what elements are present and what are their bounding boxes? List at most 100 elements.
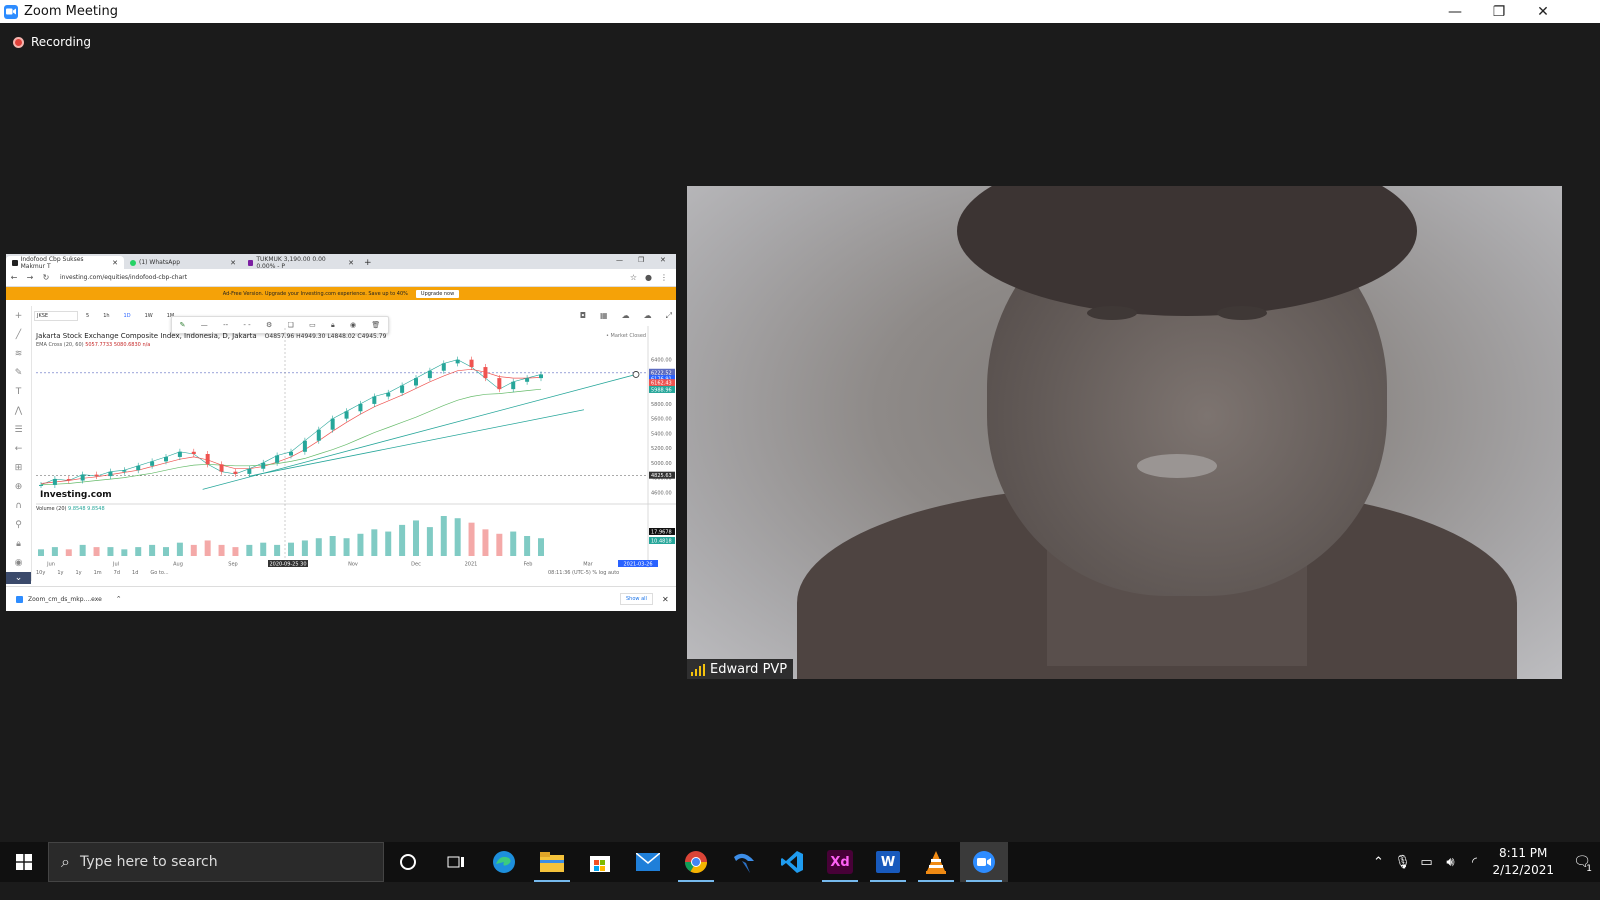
symbol-input[interactable]: JKSE bbox=[34, 311, 78, 321]
browser-tab-tukmuk[interactable]: TUKMUK 3,190.00 0.00 0.00% - P ✕ bbox=[242, 256, 360, 270]
range-7d[interactable]: 7d bbox=[114, 570, 120, 576]
x-tick-label: Dec bbox=[411, 562, 421, 568]
layout-icon[interactable]: ▦ bbox=[600, 311, 608, 321]
timeframe-1h[interactable]: 1h bbox=[97, 313, 115, 319]
cloud-icon[interactable]: ☁ bbox=[622, 311, 630, 321]
lock-drawings-icon[interactable]: ⚲ bbox=[6, 515, 31, 534]
zoom-taskbar-icon[interactable] bbox=[960, 842, 1008, 882]
pencil-icon[interactable]: ✎ bbox=[180, 321, 186, 329]
zoom-icon[interactable]: ⊕ bbox=[6, 477, 31, 496]
tab-close-icon[interactable]: ✕ bbox=[230, 259, 236, 267]
timeframe-1w[interactable]: 1W bbox=[139, 313, 159, 319]
participant-name-tag: Edward PVP bbox=[687, 659, 794, 679]
battery-icon[interactable]: ▭ bbox=[1414, 855, 1438, 870]
wifi-icon[interactable]: ◜ bbox=[1462, 855, 1486, 870]
new-tab-button[interactable]: + bbox=[364, 258, 372, 268]
upgrade-now-button[interactable]: Upgrade now bbox=[415, 289, 460, 298]
line-width-icon[interactable]: -- bbox=[223, 321, 228, 329]
adobe-xd-icon[interactable]: Xd bbox=[816, 842, 864, 882]
microsoft-store-icon[interactable] bbox=[576, 842, 624, 882]
indicator-label: EMA Cross (20, 60) bbox=[36, 342, 84, 348]
volume-bar bbox=[65, 549, 72, 556]
trendline-icon[interactable]: ╱ bbox=[6, 325, 31, 344]
reload-icon[interactable]: ↻ bbox=[38, 273, 54, 282]
taskbar-clock[interactable]: 8:11 PM 2/12/2021 bbox=[1492, 845, 1554, 879]
timeframe-1d[interactable]: 1D bbox=[118, 313, 137, 319]
fib-icon[interactable]: ≋ bbox=[6, 344, 31, 363]
volume-icon[interactable]: 🔊︎ bbox=[1438, 855, 1462, 870]
clone-icon[interactable]: ❏ bbox=[288, 321, 294, 329]
browser-close-icon[interactable]: ✕ bbox=[660, 256, 666, 264]
mail-icon[interactable] bbox=[624, 842, 672, 882]
range-1y-b[interactable]: 1y bbox=[75, 570, 81, 576]
range-10y[interactable]: 10y bbox=[36, 570, 45, 576]
settings-gear-icon[interactable]: ⚙ bbox=[266, 321, 272, 329]
app-arrow-icon[interactable] bbox=[720, 842, 768, 882]
chrome-icon[interactable] bbox=[672, 842, 720, 882]
task-view-icon[interactable] bbox=[432, 842, 480, 882]
start-button[interactable] bbox=[0, 842, 48, 882]
file-explorer-icon[interactable] bbox=[528, 842, 576, 882]
download-filename[interactable]: Zoom_cm_ds_mkp....exe bbox=[28, 596, 102, 603]
edge-browser-icon[interactable] bbox=[480, 842, 528, 882]
pattern-icon[interactable]: ⋀ bbox=[6, 401, 31, 420]
restore-button[interactable]: ❐ bbox=[1476, 0, 1522, 23]
lock-drawing-icon[interactable]: 🔒︎ bbox=[331, 321, 335, 330]
template-icon[interactable]: ▭ bbox=[309, 321, 316, 329]
download-chevron-icon[interactable]: ⌃ bbox=[116, 595, 122, 603]
lock-icon[interactable]: 🔒︎ bbox=[6, 534, 31, 553]
notification-center-icon[interactable]: 🗨︎ 1 bbox=[1564, 854, 1600, 874]
bookmark-star-icon[interactable]: ☆ bbox=[630, 273, 637, 282]
trash-icon[interactable]: 🗑︎ bbox=[371, 321, 380, 329]
line-dash-icon[interactable]: - - bbox=[243, 321, 250, 329]
back-arrow-icon[interactable]: ← bbox=[6, 439, 31, 458]
collapse-icon[interactable]: ⌄ bbox=[6, 572, 31, 584]
tab-close-icon[interactable]: ✕ bbox=[112, 259, 118, 267]
forward-icon[interactable]: → bbox=[22, 273, 38, 282]
camera-icon[interactable]: ◘ bbox=[580, 311, 586, 321]
recording-indicator[interactable]: Recording bbox=[13, 35, 91, 49]
close-button[interactable]: ✕ bbox=[1520, 0, 1566, 23]
vlc-icon[interactable] bbox=[912, 842, 960, 882]
range-1m[interactable]: 1m bbox=[94, 570, 102, 576]
browser-menu-icon[interactable]: ⋮ bbox=[660, 273, 668, 282]
magnet-icon[interactable]: ∩ bbox=[6, 496, 31, 515]
word-icon[interactable]: W bbox=[864, 842, 912, 882]
browser-tab-whatsapp[interactable]: (1) WhatsApp ✕ bbox=[124, 256, 242, 269]
profile-icon[interactable]: ● bbox=[645, 273, 652, 282]
text-tool-icon[interactable]: T bbox=[6, 382, 31, 401]
volume-bar bbox=[510, 531, 517, 556]
minimize-button[interactable]: — bbox=[1432, 0, 1478, 23]
show-all-button[interactable]: Show all bbox=[620, 593, 653, 605]
stock-chart-area[interactable]: + ╱ ≋ ✎ T ⋀ ☰ ← ⊞ ⊕ ∩ ⚲ 🔒︎ ◉ ⌄ JKSE 5 1h… bbox=[6, 306, 676, 584]
participant-video[interactable]: Edward PVP bbox=[687, 186, 1562, 679]
microphone-icon[interactable]: 🎙︎ bbox=[1390, 855, 1414, 870]
url-field[interactable]: investing.com/equities/indofood-cbp-char… bbox=[60, 274, 187, 281]
browser-tab-indofood[interactable]: Indofood Cbp Sukses Makmur T ✕ bbox=[6, 256, 124, 270]
measure-icon[interactable]: ⊞ bbox=[6, 458, 31, 477]
cortana-icon[interactable] bbox=[384, 842, 432, 882]
range-1d[interactable]: 1d bbox=[132, 570, 138, 576]
taskbar-search-box[interactable]: ⌕ Type here to search bbox=[48, 842, 384, 882]
range-1y[interactable]: 1y bbox=[57, 570, 63, 576]
eye-icon[interactable]: ◉ bbox=[6, 553, 31, 572]
tab-close-icon[interactable]: ✕ bbox=[348, 259, 354, 267]
browser-minimize-icon[interactable]: — bbox=[616, 256, 623, 264]
back-icon[interactable]: ← bbox=[6, 273, 22, 282]
crosshair-icon[interactable]: + bbox=[6, 306, 31, 325]
candle-body bbox=[455, 359, 460, 364]
volume-bar bbox=[176, 542, 183, 556]
downloads-close-icon[interactable]: ✕ bbox=[662, 595, 669, 604]
prediction-icon[interactable]: ☰ bbox=[6, 420, 31, 439]
fullscreen-icon[interactable]: ⤢ bbox=[666, 311, 672, 321]
browser-restore-icon[interactable]: ❐ bbox=[638, 256, 644, 264]
brush-icon[interactable]: ✎ bbox=[6, 363, 31, 382]
line-style-icon[interactable]: — bbox=[201, 321, 208, 329]
visibility-icon[interactable]: ◉ bbox=[350, 321, 356, 329]
candle-body bbox=[289, 451, 293, 456]
timeframe-5[interactable]: 5 bbox=[80, 313, 95, 319]
vscode-icon[interactable] bbox=[768, 842, 816, 882]
chevron-up-icon[interactable]: ⌃ bbox=[1366, 855, 1390, 870]
cloud-save-icon[interactable]: ☁ bbox=[644, 311, 652, 321]
goto-button[interactable]: Go to... bbox=[150, 570, 168, 576]
